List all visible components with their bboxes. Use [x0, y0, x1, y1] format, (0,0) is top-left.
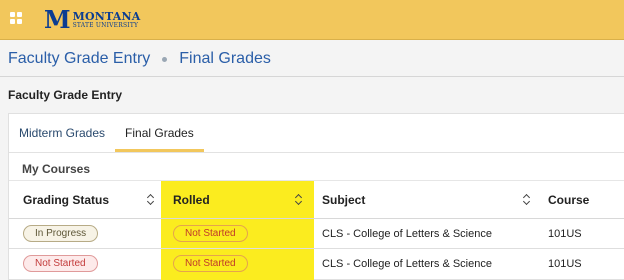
column-header-course[interactable]: Course [548, 181, 589, 219]
sort-icon[interactable] [523, 194, 531, 206]
my-courses-heading: My Courses [22, 162, 91, 176]
logo-line1: MONTANA [72, 10, 141, 23]
breadcrumb-separator-icon [162, 56, 168, 62]
rolled-status-badge: Not Started [173, 255, 248, 272]
app-grid-icon[interactable] [10, 12, 22, 24]
breadcrumb-faculty-grade-entry[interactable]: Faculty Grade Entry [8, 50, 150, 68]
tab-bar: Midterm Grades Final Grades [9, 114, 204, 152]
top-bar: M MONTANA STATE UNIVERSITY [0, 0, 624, 40]
table-header: Grading Status Rolled Subject Course [9, 181, 624, 219]
sort-icon[interactable] [147, 194, 155, 206]
table-row[interactable]: In Progress Not Started CLS - College of… [9, 219, 624, 248]
table-row[interactable]: Not Started Not Started CLS - College of… [9, 249, 624, 278]
course-cell[interactable]: 101US [548, 249, 582, 278]
tab-divider [9, 152, 624, 153]
subject-cell: CLS - College of Letters & Science [322, 227, 492, 240]
tab-midterm-grades[interactable]: Midterm Grades [9, 114, 115, 152]
university-logo[interactable]: M MONTANA STATE UNIVERSITY [44, 8, 141, 32]
rolled-status-badge: Not Started [173, 225, 248, 242]
column-header-grading-status[interactable]: Grading Status [23, 181, 109, 219]
subject-cell: CLS - College of Letters & Science [322, 257, 492, 270]
column-header-rolled[interactable]: Rolled [173, 181, 210, 219]
breadcrumb-divider [0, 76, 624, 77]
breadcrumb-final-grades[interactable]: Final Grades [179, 50, 271, 68]
page-title: Faculty Grade Entry [8, 88, 123, 102]
breadcrumb: Faculty Grade Entry Final Grades [8, 48, 271, 70]
sort-icon[interactable] [295, 194, 303, 206]
logo-mark: M [44, 5, 71, 34]
grading-status-badge: In Progress [23, 225, 99, 242]
column-header-subject[interactable]: Subject [322, 181, 365, 219]
tab-final-grades[interactable]: Final Grades [115, 114, 204, 152]
logo-line2: STATE UNIVERSITY [72, 22, 139, 29]
grades-card: Midterm Grades Final Grades My Courses G… [8, 113, 624, 280]
grading-status-badge: Not Started [23, 255, 98, 272]
course-cell[interactable]: 101US [548, 219, 582, 248]
